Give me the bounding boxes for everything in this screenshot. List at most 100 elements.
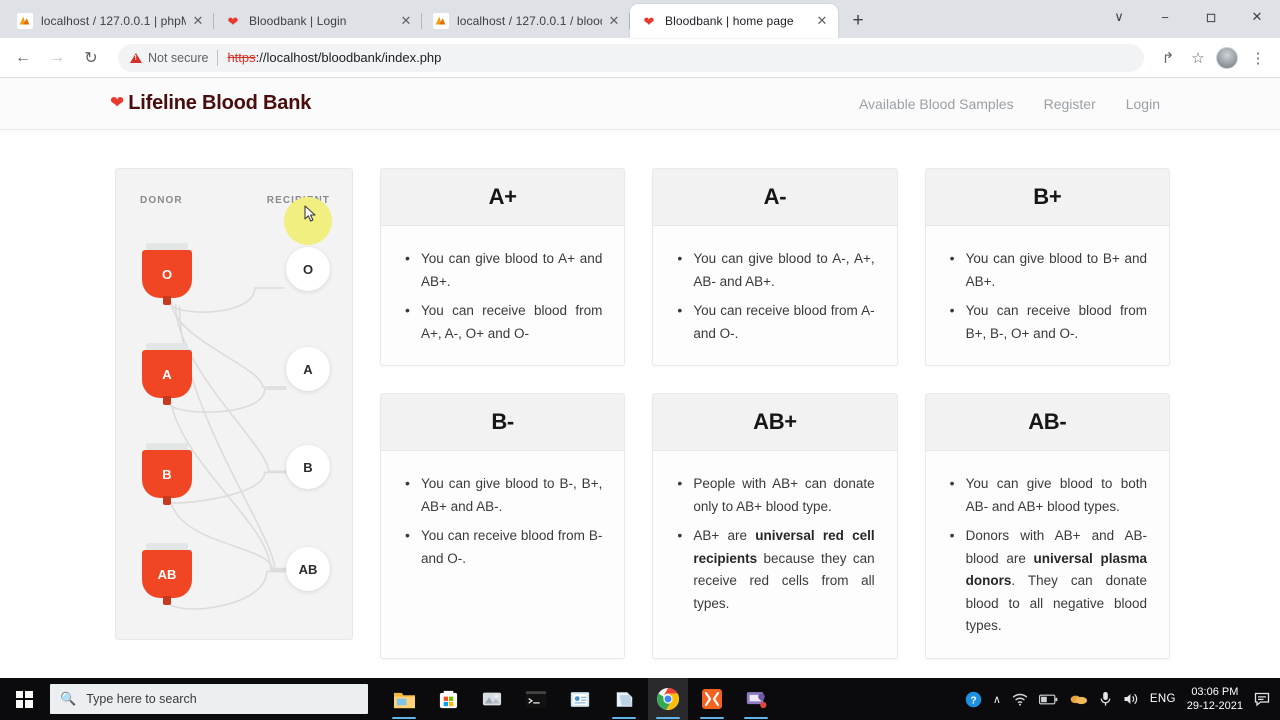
close-icon[interactable]: ✕ [398,13,414,29]
show-hidden-icons-chevron-icon[interactable]: ∧ [993,693,1001,706]
language-indicator[interactable]: ENG [1150,693,1176,705]
volume-icon[interactable] [1123,692,1139,706]
recipient-circle-b: B [286,445,330,489]
site-navigation: Available Blood Samples Register Login [859,96,1160,112]
browser-tab[interactable]: localhost / 127.0.0.1 / bloodbank ✕ [422,4,630,38]
phpmyadmin-icon [17,13,33,29]
card-body: You can give blood to A-, A+, AB- and AB… [653,226,896,365]
blood-card-a-positive: A+ You can give blood to A+ and AB+. You… [380,168,626,366]
tab-title: localhost / 127.0.0.1 / bloodbank [457,14,602,28]
warning-triangle-icon [130,52,142,63]
taskbar-app-microsoft-store[interactable] [428,678,468,720]
reload-button[interactable]: ↻ [76,43,106,73]
list-item: You can receive blood from B- and O-. [403,524,602,570]
chrome-menu-icon[interactable]: ⋮ [1244,44,1272,72]
taskbar-app-photos[interactable] [472,678,512,720]
clock-date: 29-12-2021 [1186,700,1243,712]
page-content: DONOR RECIPIENT [0,130,1280,659]
tab-title: Bloodbank | Login [249,14,347,28]
card-body: You can give blood to B+ and AB+. You ca… [926,226,1169,365]
taskbar-app-google-chrome[interactable] [648,678,688,720]
not-secure-indicator[interactable]: Not secure [130,51,208,65]
avatar[interactable] [1216,46,1238,69]
window-controls: ∨ − ✕ [1096,0,1280,34]
help-icon[interactable]: ? [965,691,982,708]
blood-type-title: B+ [1033,184,1062,209]
blood-card-a-negative: A- You can give blood to A-, A+, AB- and… [652,168,898,366]
clock-time: 03:06 PM [1191,686,1239,698]
list-item: You can give blood to both AB- and AB+ b… [948,472,1147,518]
wifi-icon[interactable] [1012,693,1028,706]
close-icon[interactable]: ✕ [814,13,830,29]
close-icon[interactable]: ✕ [190,13,206,29]
url-path: ://localhost/bloodbank/index.php [255,50,442,65]
search-icon: 🔍 [60,691,77,706]
blood-type-title: AB+ [753,409,797,434]
notification-icon[interactable] [1254,692,1270,707]
card-header: B+ [925,169,1169,226]
bag-label: A [142,350,192,398]
close-icon[interactable]: ✕ [606,13,622,29]
bag-label: B [142,450,192,498]
taskbar-app-file-explorer[interactable] [384,678,424,720]
taskbar-app-files[interactable] [604,678,644,720]
share-icon[interactable]: ↱ [1154,44,1182,72]
not-secure-label: Not secure [148,50,209,65]
running-indicator [744,717,768,719]
nav-login[interactable]: Login [1126,96,1160,112]
onedrive-icon[interactable] [1069,693,1088,705]
list-item: You can give blood to A+ and AB+. [403,247,602,293]
phpmyadmin-icon [433,13,449,29]
donor-bag-b: B [142,443,192,507]
recipient-circle-o: O [286,247,330,291]
donor-bag-ab: AB [142,543,192,607]
battery-icon[interactable] [1038,694,1058,705]
taskbar-app-microsoft-teams[interactable] [736,678,776,720]
running-indicator [700,717,724,719]
taskbar-app-xampp[interactable] [692,678,732,720]
heart-icon: ❤ [110,93,125,112]
browser-tab[interactable]: ❤ Bloodbank | Login ✕ [214,4,422,38]
start-button[interactable] [0,678,48,720]
taskbar-app-mail[interactable] [560,678,600,720]
browser-tab-active[interactable]: ❤ Bloodbank | home page ✕ [630,4,838,38]
system-tray: ? ∧ ENG 03:06 PM 29-12-2021 [965,685,1280,713]
card-header: AB- [925,394,1169,451]
forward-button[interactable]: → [42,43,72,73]
card-body: You can give blood to both AB- and AB+ b… [926,451,1169,658]
text-pre: AB+ are [693,528,756,543]
browser-toolbar: ← → ↻ Not secure https://localhost/blood… [0,38,1280,78]
brand-logo[interactable]: ❤ Lifeline Blood Bank [110,92,311,115]
address-bar[interactable]: Not secure https://localhost/bloodbank/i… [118,43,1144,72]
mouse-cursor-icon [304,205,316,222]
taskbar-apps [384,678,776,720]
blood-type-title: AB- [1028,409,1067,434]
taskbar-clock[interactable]: 03:06 PM 29-12-2021 [1187,685,1243,713]
card-header: A- [653,169,897,226]
microphone-icon[interactable] [1099,691,1112,707]
donor-bag-o: O [142,243,192,307]
donor-bag-a: A [142,343,192,407]
maximize-button[interactable] [1188,0,1234,34]
close-window-button[interactable]: ✕ [1234,0,1280,34]
taskbar-app-terminal[interactable] [516,678,556,720]
nav-register[interactable]: Register [1044,96,1096,112]
browser-tab[interactable]: localhost / 127.0.0.1 | phpMyAdm ✕ [6,4,214,38]
nav-available-blood-samples[interactable]: Available Blood Samples [859,96,1014,112]
minimize-button[interactable]: − [1142,0,1188,34]
blood-card-ab-positive: AB+ People with AB+ can donate only to A… [652,393,898,659]
site-header: ❤ Lifeline Blood Bank Available Blood Sa… [0,78,1280,130]
blood-type-title: A- [763,184,787,209]
page-viewport: ❤ Lifeline Blood Bank Available Blood Sa… [0,78,1280,678]
bookmark-star-icon[interactable]: ☆ [1184,44,1212,72]
card-body: You can give blood to A+ and AB+. You ca… [381,226,624,365]
tab-strip: localhost / 127.0.0.1 | phpMyAdm ✕ ❤ Blo… [0,0,1280,38]
new-tab-button[interactable]: + [844,7,872,35]
brand-name: Lifeline Blood Bank [128,92,312,114]
tab-search-icon[interactable]: ∨ [1096,0,1142,34]
taskbar-search-input[interactable]: 🔍 Type here to search [50,684,368,714]
back-button[interactable]: ← [8,43,38,73]
list-item: People with AB+ can donate only to AB+ b… [675,472,874,518]
browser-window: localhost / 127.0.0.1 | phpMyAdm ✕ ❤ Blo… [0,0,1280,678]
blood-card-b-positive: B+ You can give blood to B+ and AB+. You… [924,168,1170,366]
